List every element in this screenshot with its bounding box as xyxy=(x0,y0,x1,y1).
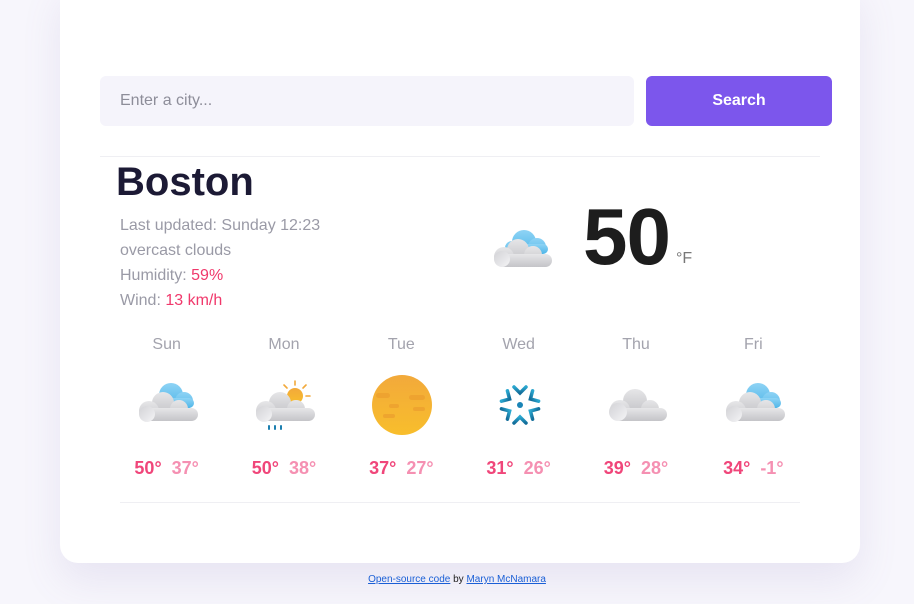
forecast-day-name: Mon xyxy=(268,336,300,353)
search-button[interactable]: Search xyxy=(646,76,832,126)
sun-rain-cloud-icon xyxy=(256,380,316,430)
humidity: Humidity: 59% xyxy=(120,267,224,284)
humidity-value: 59% xyxy=(191,267,224,284)
forecast-day-name: Fri xyxy=(743,336,763,353)
forecast-high: 39° xyxy=(603,458,631,478)
grey-cloud-icon xyxy=(609,389,668,421)
forecast-day-name: Sun xyxy=(152,336,181,353)
wind-value: 13 km/h xyxy=(165,292,223,309)
sun-haze-icon xyxy=(371,375,432,435)
overcast-clouds-icon xyxy=(494,230,552,267)
footer-by: by xyxy=(453,574,464,585)
forecast-high: 37° xyxy=(369,458,397,478)
forecast-low: 26° xyxy=(523,458,551,478)
forecast-high: 50° xyxy=(134,458,162,478)
current-details: Last updated: Sunday 12:23 overcast clou… xyxy=(120,213,320,313)
last-updated: Last updated: Sunday 12:23 xyxy=(120,217,321,234)
forecast-high: 31° xyxy=(486,458,514,478)
forecast-low: 37° xyxy=(171,458,199,478)
divider xyxy=(120,502,800,503)
forecast-day-name: Tue xyxy=(387,336,415,353)
forecast-temps: 31° 26° xyxy=(460,457,577,479)
source-code-link[interactable]: Open-source code xyxy=(368,574,450,585)
forecast-day: Sun 50° 37° xyxy=(108,335,225,485)
forecast-high: 34° xyxy=(723,458,751,478)
footer: Open-source code by Maryn McNamara xyxy=(0,574,914,585)
forecast: Sun 50° 37° Mon 50° 38° Tue 37° 27° Wed … xyxy=(108,335,812,485)
snowflake-icon xyxy=(499,383,541,427)
temperature-unit[interactable]: °F xyxy=(676,250,692,268)
wind: Wind: 13 km/h xyxy=(120,292,223,309)
author-link[interactable]: Maryn McNamara xyxy=(466,574,545,585)
weather-description: overcast clouds xyxy=(120,242,232,259)
forecast-day: Wed 31° 26° xyxy=(460,335,577,485)
city-name: Boston xyxy=(116,160,254,204)
forecast-day-name: Wed xyxy=(502,336,535,353)
forecast-low: 27° xyxy=(406,458,434,478)
forecast-low: 28° xyxy=(640,458,669,478)
forecast-day: Tue 37° 27° xyxy=(343,335,460,485)
forecast-day: Mon 50° 38° xyxy=(225,335,342,485)
forecast-low: 38° xyxy=(288,458,317,478)
forecast-day: Fri 34° -1° xyxy=(695,335,812,485)
forecast-temps: 50° 38° xyxy=(225,457,342,479)
forecast-day: Thu 39° 28° xyxy=(577,335,694,485)
forecast-temps: 50° 37° xyxy=(108,457,225,479)
forecast-high: 50° xyxy=(251,458,279,478)
forecast-temps: 34° -1° xyxy=(695,457,812,479)
city-search-input[interactable] xyxy=(100,76,634,126)
cloud-sky-icon xyxy=(725,383,785,422)
forecast-temps: 37° 27° xyxy=(343,457,460,479)
divider xyxy=(100,156,820,157)
forecast-low: -1° xyxy=(760,458,784,478)
cloud-sky-icon xyxy=(139,383,198,422)
current-temperature: 50 xyxy=(583,192,671,281)
forecast-day-name: Thu xyxy=(622,336,650,353)
forecast-temps: 39° 28° xyxy=(577,457,694,479)
